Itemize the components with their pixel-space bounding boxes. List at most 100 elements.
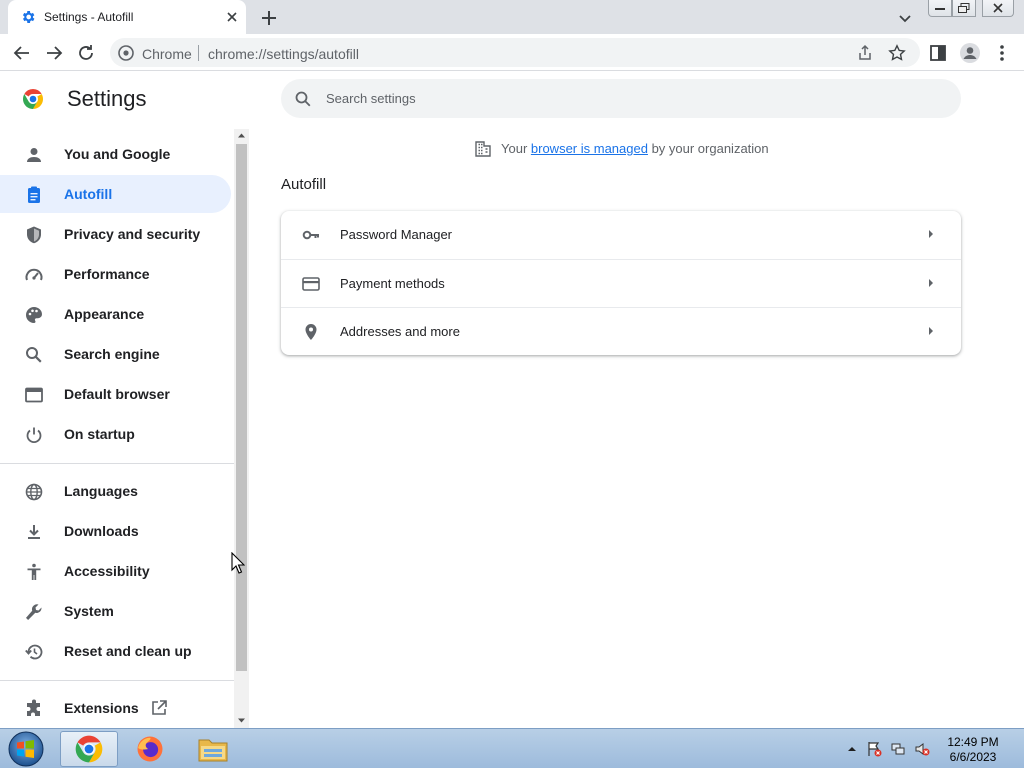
sidebar-item-privacy-and-security[interactable]: Privacy and security <box>0 215 231 253</box>
reload-icon <box>79 45 93 60</box>
sidebar-item-label: Downloads <box>64 523 139 539</box>
sidebar-item-default-browser[interactable]: Default browser <box>0 375 231 413</box>
url-separator <box>198 45 199 61</box>
sidebar-divider <box>0 680 234 681</box>
location-pin-icon <box>305 324 317 340</box>
taskbar-firefox[interactable] <box>121 731 179 767</box>
gear-icon <box>22 11 35 23</box>
sidebar-item-system[interactable]: System <box>0 592 231 630</box>
close-icon[interactable] <box>222 7 242 27</box>
window-close-button[interactable] <box>982 0 1014 17</box>
avatar-icon <box>960 43 980 63</box>
browser-toolbar: Chrome chrome://settings/autofill <box>0 34 1024 71</box>
tab-strip: Settings - Autofill <box>0 0 1024 34</box>
sidebar-item-label: Default browser <box>64 386 170 402</box>
start-button[interactable] <box>6 730 46 768</box>
arrow-right-icon <box>929 279 933 287</box>
restore-button[interactable] <box>952 0 976 17</box>
menu-button[interactable] <box>990 41 1014 65</box>
wrench-icon <box>26 604 42 620</box>
network-icon[interactable] <box>890 741 906 757</box>
sidebar-item-reset-and-clean-up[interactable]: Reset and clean up <box>0 632 231 670</box>
scroll-up-arrow-icon[interactable] <box>237 131 246 140</box>
back-button[interactable] <box>10 41 34 65</box>
sidebar-item-accessibility[interactable]: Accessibility <box>0 552 231 590</box>
addresses-row[interactable]: Addresses and more <box>281 307 961 355</box>
share-icon[interactable] <box>856 44 874 62</box>
sidebar-item-you-and-google[interactable]: You and Google <box>0 135 231 173</box>
sidebar-item-label: Languages <box>64 483 138 499</box>
chrome-icon <box>118 45 134 61</box>
sidebar-item-label: Appearance <box>64 306 145 322</box>
action-center-flag-icon[interactable] <box>866 741 882 757</box>
download-icon <box>28 525 40 539</box>
row-label: Addresses and more <box>340 324 460 339</box>
search-settings-input[interactable]: Search settings <box>281 79 961 118</box>
profile-button[interactable] <box>958 41 982 65</box>
reload-button[interactable] <box>74 41 98 65</box>
bookmark-star-icon[interactable] <box>888 44 906 62</box>
power-icon <box>26 427 42 444</box>
payment-methods-row[interactable]: Payment methods <box>281 259 961 307</box>
sidebar-item-label: System <box>64 603 114 619</box>
chrome-logo-icon <box>23 89 43 109</box>
password-manager-row[interactable]: Password Manager <box>281 211 961 259</box>
managed-text: Your browser is managed by your organiza… <box>501 141 769 156</box>
open-in-new-icon <box>152 700 167 715</box>
row-label: Password Manager <box>340 227 452 242</box>
sidebar-item-autofill[interactable]: Autofill <box>0 175 231 213</box>
sidebar-item-downloads[interactable]: Downloads <box>0 512 231 550</box>
tab-settings-autofill[interactable]: Settings - Autofill <box>8 0 246 34</box>
search-icon <box>26 347 42 363</box>
managed-prefix: Your <box>501 141 531 156</box>
browser-window-icon <box>25 387 43 403</box>
sidebar-item-search-engine[interactable]: Search engine <box>0 335 231 373</box>
sidebar-item-label: Extensions <box>64 700 139 716</box>
show-hidden-icons-icon[interactable] <box>844 741 860 757</box>
row-label: Payment methods <box>340 276 445 291</box>
volume-muted-icon[interactable] <box>914 741 930 757</box>
side-panel-button[interactable] <box>926 41 950 65</box>
side-panel-icon <box>930 45 946 61</box>
taskbar-chrome[interactable] <box>60 731 118 767</box>
folder-icon <box>198 739 228 762</box>
search-placeholder: Search settings <box>326 91 416 106</box>
tab-title: Settings - Autofill <box>44 10 134 24</box>
firefox-icon <box>137 736 163 762</box>
sidebar-item-performance[interactable]: Performance <box>0 255 231 293</box>
sidebar-scrollbar[interactable] <box>234 129 249 728</box>
sidebar-item-on-startup[interactable]: On startup <box>0 415 231 453</box>
minimize-icon <box>935 8 945 10</box>
taskbar-clock[interactable]: 12:49 PM 6/6/2023 <box>940 735 1006 765</box>
minimize-button[interactable] <box>928 0 952 17</box>
clock-time: 12:49 PM <box>947 735 999 749</box>
sidebar-item-languages[interactable]: Languages <box>0 472 231 510</box>
forward-button[interactable] <box>42 41 66 65</box>
sidebar-item-appearance[interactable]: Appearance <box>0 295 231 333</box>
taskbar: 12:49 PM 6/6/2023 <box>0 728 1024 768</box>
scroll-down-arrow-icon[interactable] <box>237 716 246 725</box>
browser-managed-link[interactable]: browser is managed <box>531 141 648 156</box>
clipboard-icon <box>28 186 40 203</box>
url-origin: Chrome <box>142 46 192 62</box>
scrollbar-thumb[interactable] <box>236 144 247 671</box>
globe-icon <box>25 483 43 501</box>
address-bar[interactable]: Chrome chrome://settings/autofill <box>110 38 920 67</box>
clock-date: 6/6/2023 <box>949 750 997 764</box>
key-icon <box>302 230 319 240</box>
close-icon <box>993 3 1003 13</box>
sidebar-item-label: Accessibility <box>64 563 150 579</box>
person-icon <box>27 148 41 162</box>
url-text[interactable]: chrome://settings/autofill <box>208 46 359 62</box>
autofill-card: Password Manager Payment methods Address… <box>281 211 961 355</box>
section-title: Autofill <box>281 176 327 193</box>
chrome-icon <box>75 735 103 763</box>
accessibility-icon <box>27 563 41 580</box>
chevron-down-icon[interactable] <box>894 7 916 29</box>
sidebar-item-label: Performance <box>64 266 150 282</box>
taskbar-explorer[interactable] <box>184 731 242 767</box>
sidebar-item-extensions[interactable]: Extensions <box>0 689 231 727</box>
arrow-right-icon <box>47 46 63 60</box>
new-tab-icon[interactable] <box>258 7 280 29</box>
sidebar-item-label: Search engine <box>64 346 160 362</box>
